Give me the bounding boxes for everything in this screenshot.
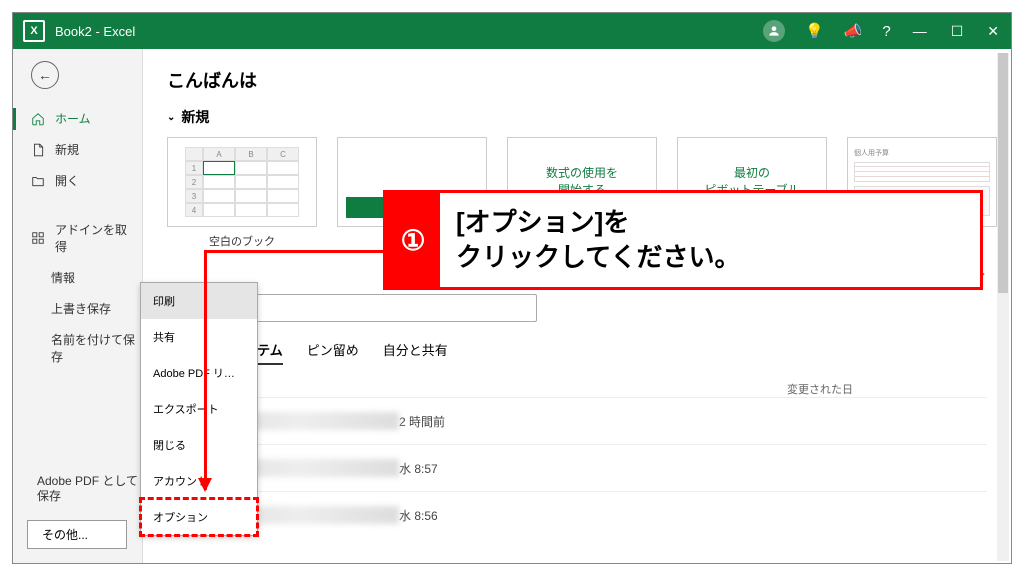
new-section-label: 新規 <box>181 107 209 127</box>
user-avatar[interactable] <box>763 20 785 42</box>
recent-row[interactable]: 水 8:57 <box>167 444 987 491</box>
nav-home[interactable]: ホーム <box>13 103 142 134</box>
nav-info[interactable]: 情報 <box>13 262 142 293</box>
annotation-arrow <box>204 250 207 490</box>
chevron-down-icon: ⌄ <box>167 112 175 123</box>
minimize-button[interactable]: — <box>911 23 929 39</box>
recent-tabs: 最近使ったアイテム ピン留め 自分と共有 <box>167 340 987 365</box>
nav-open-label: 開く <box>55 172 79 189</box>
home-icon <box>31 112 45 126</box>
callout-badge: ① <box>386 193 440 287</box>
annotation-arrow <box>204 250 384 253</box>
close-button[interactable]: ✕ <box>985 23 1001 40</box>
document-icon <box>31 143 45 157</box>
nav-new[interactable]: 新規 <box>13 134 142 165</box>
nav-addins[interactable]: アドインを取得 <box>13 214 142 262</box>
nav-adobe-pdf[interactable]: Adobe PDF として保存 <box>13 467 142 512</box>
addins-icon <box>31 231 45 245</box>
template-blank-label: 空白のブック <box>167 233 317 249</box>
excel-app-icon: X <box>23 20 45 42</box>
nav-save[interactable]: 上書き保存 <box>13 293 142 324</box>
new-section-heading[interactable]: ⌄ 新規 <box>167 107 987 127</box>
template-blank[interactable]: ABC 1 2 3 4 空白のブック <box>167 137 317 249</box>
lightbulb-icon[interactable]: 💡 <box>805 22 824 40</box>
nav-other-button[interactable]: その他... <box>27 520 127 549</box>
recent-header-name <box>167 381 787 397</box>
tab-shared[interactable]: 自分と共有 <box>383 340 448 365</box>
recent-row[interactable]: 2 時間前 <box>167 397 987 444</box>
recent-row[interactable]: 水 8:56 <box>167 491 987 538</box>
help-icon[interactable]: ? <box>882 23 890 40</box>
menu-share[interactable]: 共有 <box>141 319 257 355</box>
nav-addins-label: アドインを取得 <box>55 221 130 255</box>
menu-adobe-pdf-link[interactable]: Adobe PDF リ… <box>141 355 257 391</box>
other-popup-menu: 印刷 共有 Adobe PDF リ… エクスポート 閉じる アカウント オプショ… <box>140 282 258 536</box>
tab-pinned[interactable]: ピン留め <box>307 340 359 365</box>
menu-options[interactable]: オプション <box>141 499 257 535</box>
megaphone-icon[interactable]: 📣 <box>844 22 863 40</box>
window-title: Book2 - Excel <box>55 24 763 39</box>
menu-export[interactable]: エクスポート <box>141 391 257 427</box>
nav-saveas[interactable]: 名前を付けて保存 <box>13 324 142 372</box>
nav-home-label: ホーム <box>55 110 91 127</box>
back-button[interactable]: ← <box>31 61 59 89</box>
vertical-scrollbar[interactable] <box>997 53 1009 561</box>
menu-print[interactable]: 印刷 <box>141 283 257 319</box>
recent-date: 水 8:57 <box>399 460 599 477</box>
annotation-callout: ① [オプション]をクリックしてください。 <box>383 190 983 290</box>
recent-date: 2 時間前 <box>399 413 599 430</box>
nav-open[interactable]: 開く <box>13 165 142 196</box>
menu-close[interactable]: 閉じる <box>141 427 257 463</box>
backstage-sidebar: ← ホーム 新規 開く アドインを取得 情報 上書き保存 名前を付けて保存 <box>13 49 143 563</box>
recent-header-modified: 変更された日 <box>787 381 987 397</box>
greeting-heading: こんばんは <box>167 67 987 93</box>
nav-new-label: 新規 <box>55 141 79 158</box>
main-content: こんばんは ⌄ 新規 ABC 1 2 3 4 空白 <box>143 49 1011 563</box>
scrollbar-thumb[interactable] <box>998 53 1008 293</box>
maximize-button[interactable]: ☐ <box>949 23 966 40</box>
recent-date: 水 8:56 <box>399 507 599 524</box>
title-bar: X Book2 - Excel 💡 📣 ? — ☐ ✕ <box>13 13 1011 49</box>
folder-open-icon <box>31 174 45 188</box>
callout-text: [オプション]をクリックしてください。 <box>440 193 756 287</box>
